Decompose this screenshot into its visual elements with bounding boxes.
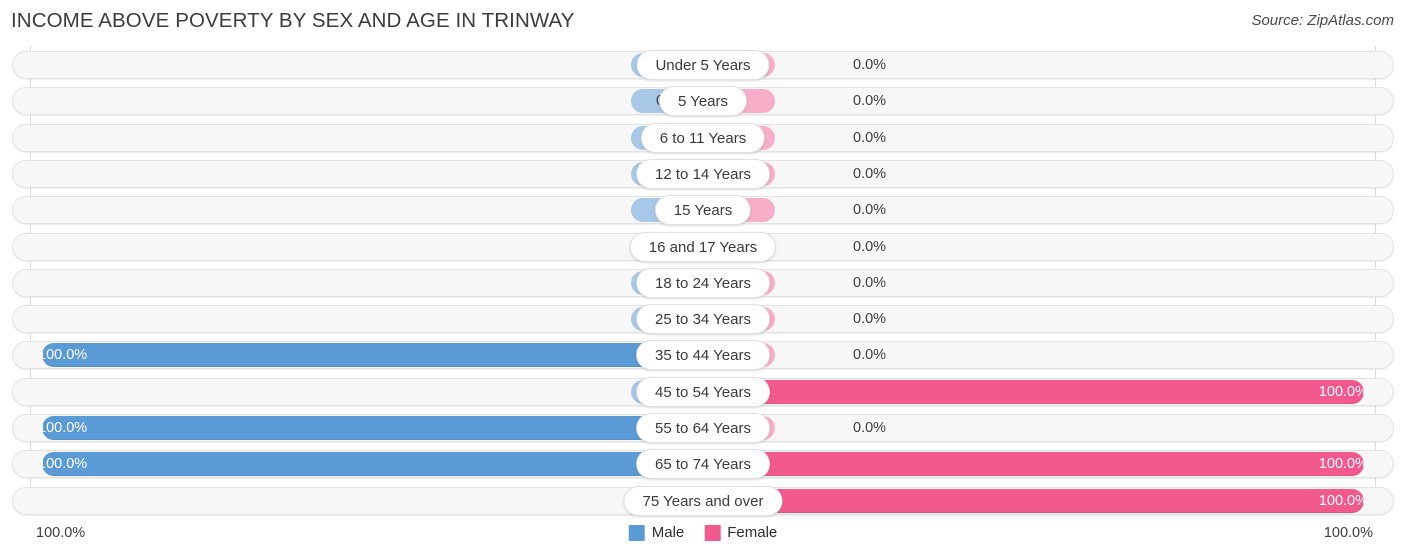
category-label: 15 Years: [654, 195, 752, 226]
legend-swatch-icon: [628, 524, 645, 541]
value-label-female: 0.0%: [853, 420, 887, 436]
legend-label: Female: [727, 524, 778, 541]
category-label: 45 to 54 Years: [636, 376, 770, 407]
table-row[interactable]: 0.0%0.0%25 to 34 Years: [12, 304, 1394, 335]
table-row[interactable]: 0.0%0.0%18 to 24 Years: [12, 267, 1394, 298]
value-label-female: 0.0%: [853, 129, 887, 146]
value-label-female: 0.0%: [853, 274, 887, 291]
category-label: 16 and 17 Years: [629, 231, 777, 262]
value-label-male: 100.0%: [38, 420, 88, 436]
table-row[interactable]: 0.0%0.0%5 Years: [12, 86, 1394, 117]
bar-female: [703, 379, 1364, 404]
value-label-female: 0.0%: [853, 347, 887, 364]
value-label-female: 100.0%: [1318, 492, 1368, 509]
value-label-female: 0.0%: [853, 202, 887, 219]
table-row[interactable]: 0.0%0.0%6 to 11 Years: [12, 122, 1394, 153]
table-row[interactable]: 0.0%100.0%75 Years and over: [12, 485, 1394, 516]
category-label: 12 to 14 Years: [636, 158, 770, 189]
legend-item-female[interactable]: Female: [704, 524, 777, 541]
category-label: 18 to 24 Years: [636, 267, 770, 298]
legend-swatch-icon: [704, 524, 721, 541]
table-row[interactable]: 100.0% 0.0% 35 to 44 Years: [12, 340, 1394, 371]
category-label: 65 to 74 Years: [636, 449, 770, 480]
axis-max-left: 100.0%: [36, 525, 86, 541]
chart-legend: Male Female: [628, 524, 777, 541]
chart-header: INCOME ABOVE POVERTY BY SEX AND AGE IN T…: [0, 0, 1406, 44]
value-label-female: 0.0%: [853, 311, 887, 328]
category-label: 6 to 11 Years: [640, 122, 766, 153]
value-label-female: 100.0%: [1318, 456, 1368, 473]
value-label-female: 0.0%: [853, 165, 887, 182]
table-row[interactable]: 0.0%0.0%12 to 14 Years: [12, 158, 1394, 189]
category-label: Under 5 Years: [636, 50, 770, 80]
bar-male: [42, 416, 703, 440]
value-label-male: 100.0%: [38, 347, 88, 364]
category-label: 25 to 34 Years: [636, 304, 770, 335]
category-label: 75 Years and over: [623, 485, 783, 516]
value-label-female: 0.0%: [853, 93, 887, 110]
category-label: 35 to 44 Years: [636, 340, 770, 371]
chart-plot-area: 0.0% 0.0% Under 5 Years 0.0% 0.0% 5 Years 0.0%…: [0, 46, 1406, 516]
value-label-female: 0.0%: [853, 57, 887, 73]
table-row[interactable]: 0.0%0.0%15 Years: [12, 195, 1394, 226]
table-row[interactable]: 0.0%0.0%16 and 17 Years: [12, 231, 1394, 262]
table-row[interactable]: 100.0% 100.0% 65 to 74 Years: [12, 449, 1394, 480]
legend-label: Male: [651, 524, 685, 541]
chart-footer: 100.0% 100.0% Male Female: [0, 518, 1406, 559]
chart-page: INCOME ABOVE POVERTY BY SEX AND AGE IN T…: [0, 0, 1406, 559]
table-row[interactable]: 0.0%0.0%Under 5 Years: [12, 50, 1394, 80]
bar-female: [703, 488, 1364, 513]
source-attribution: Source: ZipAtlas.com: [1251, 12, 1394, 29]
bar-male: [42, 343, 703, 368]
page-title: INCOME ABOVE POVERTY BY SEX AND AGE IN T…: [11, 9, 575, 32]
bar-male: [42, 452, 703, 477]
category-label: 55 to 64 Years: [636, 413, 770, 443]
table-row[interactable]: 100.0% 0.0% 55 to 64 Years: [12, 413, 1394, 443]
axis-max-right: 100.0%: [1323, 525, 1373, 541]
legend-item-male[interactable]: Male: [628, 524, 685, 541]
value-label-female: 100.0%: [1318, 383, 1368, 400]
table-row[interactable]: 0.0%100.0%45 to 54 Years: [12, 376, 1394, 407]
value-label-male: 100.0%: [38, 456, 88, 473]
category-label: 5 Years: [658, 86, 748, 117]
value-label-female: 0.0%: [853, 238, 887, 255]
bar-female: [703, 452, 1364, 477]
